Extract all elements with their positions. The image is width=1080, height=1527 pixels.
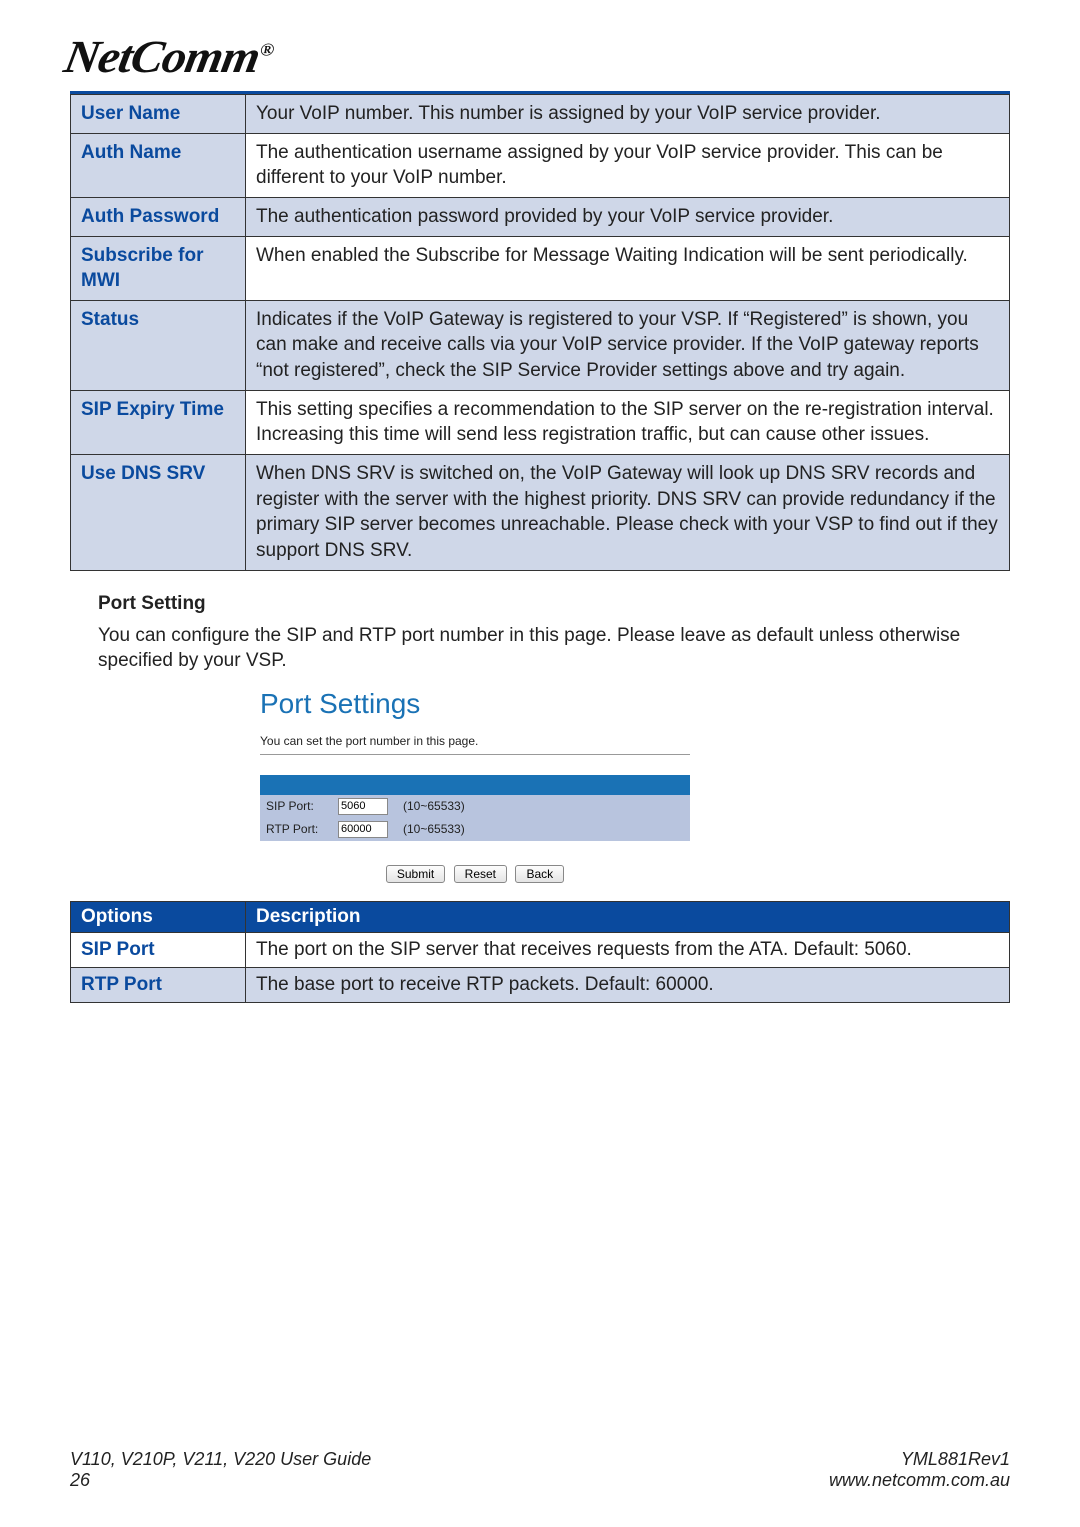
spec-key: Auth Name: [71, 133, 246, 197]
port-setting-body: You can configure the SIP and RTP port n…: [98, 623, 1010, 674]
port-settings-screenshot: Port Settings You can set the port numbe…: [260, 688, 690, 883]
rtp-port-range: (10~65533): [397, 818, 690, 841]
spec-val: The authentication password provided by …: [246, 197, 1010, 236]
spec-key: Subscribe for MWI: [71, 236, 246, 300]
shot-rule: [260, 754, 690, 755]
sip-port-input[interactable]: [338, 798, 388, 815]
opt-val: The base port to receive RTP packets. De…: [246, 967, 1010, 1002]
opt-key: SIP Port: [71, 932, 246, 967]
footer-guide-title: V110, V210P, V211, V220 User Guide: [70, 1449, 371, 1471]
options-table: Options Description SIP Port The port on…: [70, 901, 1010, 1003]
button-row: Submit Reset Back: [260, 865, 690, 883]
registered-mark: ®: [258, 40, 275, 60]
spec-key: Use DNS SRV: [71, 455, 246, 571]
spec-table: User NameYour VoIP number. This number i…: [70, 94, 1010, 571]
sip-port-label: SIP Port:: [260, 795, 332, 818]
options-header: Options: [71, 901, 246, 932]
rtp-port-input[interactable]: [338, 821, 388, 838]
spec-key: User Name: [71, 95, 246, 134]
page-footer: V110, V210P, V211, V220 User Guide 26 YM…: [70, 1449, 1010, 1492]
spec-val: When enabled the Subscribe for Message W…: [246, 236, 1010, 300]
opt-val: The port on the SIP server that receives…: [246, 932, 1010, 967]
port-setting-heading: Port Setting: [98, 593, 1010, 615]
footer-doc-rev: YML881Rev1: [829, 1449, 1010, 1471]
spec-val: The authentication username assigned by …: [246, 133, 1010, 197]
spec-key: SIP Expiry Time: [71, 390, 246, 454]
description-header: Description: [246, 901, 1010, 932]
spec-val: This setting specifies a recommendation …: [246, 390, 1010, 454]
brand-text: NetComm: [60, 31, 263, 82]
back-button[interactable]: Back: [515, 865, 564, 883]
rtp-port-label: RTP Port:: [260, 818, 332, 841]
spec-val: When DNS SRV is switched on, the VoIP Ga…: [246, 455, 1010, 571]
footer-page-number: 26: [70, 1470, 371, 1492]
spec-val: Indicates if the VoIP Gateway is registe…: [246, 300, 1010, 390]
shot-subtitle: You can set the port number in this page…: [260, 734, 690, 748]
spec-key: Status: [71, 300, 246, 390]
spec-val: Your VoIP number. This number is assigne…: [246, 95, 1010, 134]
submit-button[interactable]: Submit: [386, 865, 445, 883]
spec-key: Auth Password: [71, 197, 246, 236]
footer-url: www.netcomm.com.au: [829, 1470, 1010, 1492]
reset-button[interactable]: Reset: [454, 865, 507, 883]
sip-port-range: (10~65533): [397, 795, 690, 818]
port-inputs-table: SIP Port: (10~65533) RTP Port: (10~65533…: [260, 775, 690, 841]
shot-title: Port Settings: [260, 688, 690, 720]
opt-key: RTP Port: [71, 967, 246, 1002]
brand-logo: NetComm®: [60, 30, 277, 83]
